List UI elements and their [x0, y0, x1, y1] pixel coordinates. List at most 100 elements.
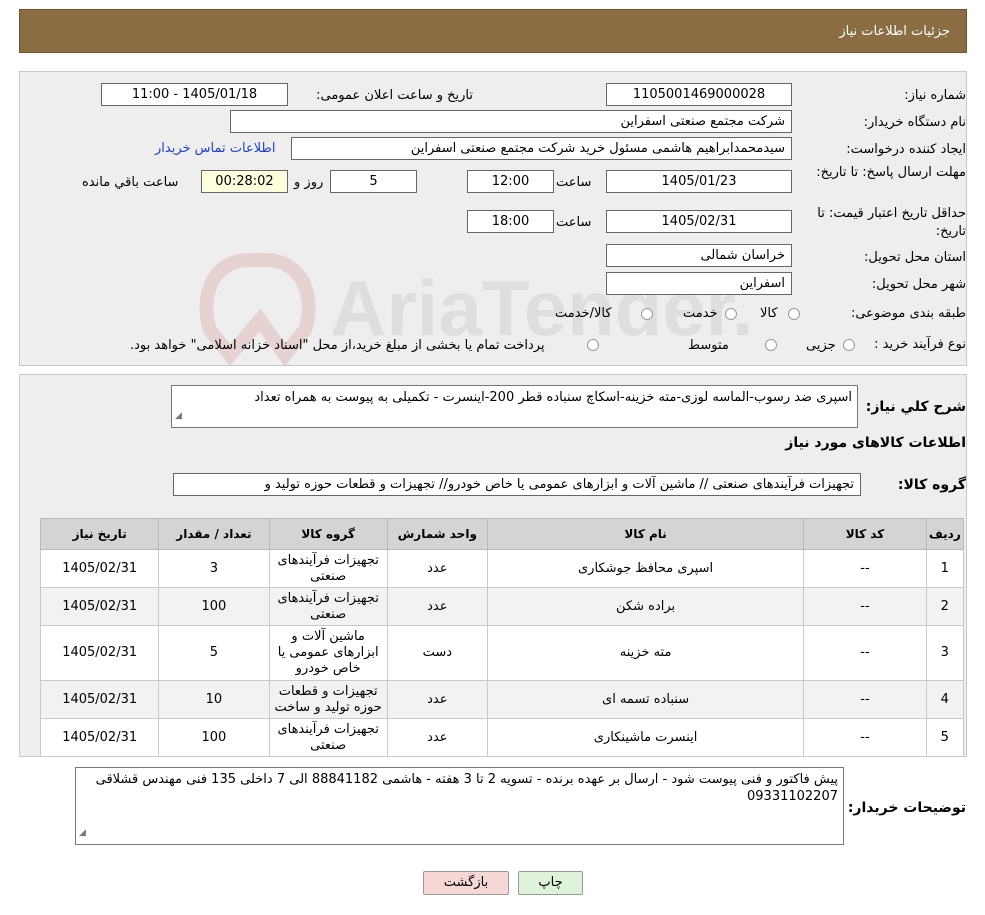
cell-name: مته خزینه: [486, 625, 805, 681]
cell-code: --: [803, 625, 927, 681]
cell-row-number: 2: [925, 587, 965, 626]
buyer-org-label: نام دستگاه خریدار:: [863, 115, 966, 130]
page-header: جزئیات اطلاعات نیاز: [19, 9, 967, 53]
table-row: 5 -- اینسرت ماشینکاری عدد تجهیزات فرآیند…: [39, 718, 965, 757]
cell-name: سنباده تسمه ای: [486, 680, 805, 719]
cell-date: 1405/02/31: [39, 718, 160, 757]
cell-date: 1405/02/31: [39, 549, 160, 588]
cell-code: --: [803, 587, 927, 626]
announce-field: 1405/01/18 - 11:00: [101, 83, 288, 106]
col-group-header: گروه کالا: [268, 518, 388, 550]
cell-group: ماشین آلات و ابزارهای عمومی یا خاص خودرو: [268, 625, 388, 681]
col-unit-header: واحد شمارش: [386, 518, 488, 550]
deadline-time-label: ساعت: [556, 175, 592, 190]
cell-group: تجهیزات فرآیندهای صنعتی: [268, 587, 388, 626]
cell-qty: 100: [158, 718, 270, 757]
cell-group: تجهیزات فرآیندهای صنعتی: [268, 718, 388, 757]
buyer-notes-label: توضیحات خریدار:: [847, 800, 966, 816]
cell-code: --: [803, 680, 927, 719]
cell-unit: عدد: [386, 587, 488, 626]
cell-date: 1405/02/31: [39, 587, 160, 626]
process-minor-radio[interactable]: [843, 339, 855, 351]
col-code-header: کد کالا: [803, 518, 927, 550]
cell-unit: دست: [386, 625, 488, 681]
category-service-radio[interactable]: [725, 308, 737, 320]
table-header-row: ردیف کد کالا نام کالا واحد شمارش گروه کا…: [39, 518, 965, 550]
description-textarea[interactable]: اسپری ضد رسوب-الماسه لوزی-مته خزینه-اسکا…: [171, 385, 858, 428]
resize-grip-icon[interactable]: ◢: [79, 825, 86, 842]
requester-label: ایجاد کننده درخواست:: [846, 142, 966, 157]
process-minor-label: جزیی: [806, 338, 836, 353]
process-medium-label: متوسط: [688, 338, 729, 353]
deadline-label: مهلت ارسال پاسخ: تا تاریخ:: [816, 165, 966, 180]
cell-name: براده شکن: [486, 587, 805, 626]
back-button[interactable]: بازگشت: [423, 871, 509, 895]
deadline-date-field: 1405/01/23: [606, 170, 792, 193]
description-label: شرح كلي نياز:: [865, 399, 966, 415]
goods-group-field: تجهیزات فرآیندهای صنعتی // ماشین آلات و …: [173, 473, 861, 496]
days-field: 5: [330, 170, 417, 193]
category-service-label: خدمت: [683, 306, 718, 321]
cell-unit: عدد: [386, 680, 488, 719]
col-date-header: تاریخ نیاز: [39, 518, 160, 550]
cell-date: 1405/02/31: [39, 625, 160, 681]
buyer-org-field: شرکت مجتمع صنعتی اسفراین: [230, 110, 792, 133]
category-goods-radio[interactable]: [788, 308, 800, 320]
col-qty-header: تعداد / مقدار: [158, 518, 270, 550]
cell-unit: عدد: [386, 549, 488, 588]
cell-group: تجهیزات فرآیندهای صنعتی: [268, 549, 388, 588]
province-label: استان محل تحویل:: [864, 250, 966, 265]
category-goods-service-label: کالا/خدمت: [555, 306, 612, 321]
remaining-time-field: 00:28:02: [201, 170, 288, 193]
process-medium-radio[interactable]: [765, 339, 777, 351]
process-note-radio[interactable]: [587, 339, 599, 351]
need-number-field: 1105001469000028: [606, 83, 792, 106]
buyer-notes-text: پیش فاکتور و فنی پیوست شود - ارسال بر عه…: [95, 772, 838, 804]
description-text: اسپری ضد رسوب-الماسه لوزی-مته خزینه-اسکا…: [254, 390, 852, 405]
validity-label: حداقل تاریخ اعتبار قیمت: تا تاریخ:: [817, 206, 966, 239]
page-title: جزئیات اطلاعات نیاز: [839, 24, 950, 39]
print-button[interactable]: چاپ: [518, 871, 583, 895]
cell-name: اسپری محافظ جوشکاری: [486, 549, 805, 588]
cell-date: 1405/02/31: [39, 680, 160, 719]
process-label: نوع فرآیند خرید :: [874, 337, 966, 352]
buyer-notes-textarea[interactable]: پیش فاکتور و فنی پیوست شود - ارسال بر عه…: [75, 767, 844, 845]
cell-code: --: [803, 549, 927, 588]
city-field: اسفراین: [606, 272, 792, 295]
validity-date-field: 1405/02/31: [606, 210, 792, 233]
cell-row-number: 1: [925, 549, 965, 588]
cell-group: تجهیزات و قطعات حوزه تولید و ساخت: [268, 680, 388, 719]
remaining-label: ساعت باقي مانده: [82, 175, 179, 190]
contact-buyer-link[interactable]: اطلاعات تماس خریدار: [155, 141, 275, 156]
table-row: 3 -- مته خزینه دست ماشین آلات و ابزارهای…: [39, 625, 965, 681]
resize-grip-icon[interactable]: ◢: [175, 408, 182, 425]
cell-code: --: [803, 718, 927, 757]
cell-qty: 10: [158, 680, 270, 719]
cell-unit: عدد: [386, 718, 488, 757]
cell-name: اینسرت ماشینکاری: [486, 718, 805, 757]
goods-group-label: گروه کالا:: [897, 477, 966, 493]
validity-time-field: 18:00: [467, 210, 554, 233]
col-name-header: نام کالا: [486, 518, 805, 550]
requester-field: سیدمحمدابراهیم هاشمی مسئول خرید شرکت مجت…: [291, 137, 792, 160]
table-row: 4 -- سنباده تسمه ای عدد تجهیزات و قطعات …: [39, 680, 965, 719]
goods-info-title: اطلاعات کالاهای مورد نیاز: [785, 435, 966, 451]
deadline-time-field: 12:00: [467, 170, 554, 193]
category-label: طبقه بندی موضوعی:: [850, 306, 966, 321]
cell-qty: 5: [158, 625, 270, 681]
goods-table: ردیف کد کالا نام کالا واحد شمارش گروه کا…: [39, 518, 965, 757]
cell-row-number: 4: [925, 680, 965, 719]
province-field: خراسان شمالی: [606, 244, 792, 267]
city-label: شهر محل تحویل:: [871, 277, 966, 292]
table-row: 2 -- براده شکن عدد تجهیزات فرآیندهای صنع…: [39, 587, 965, 626]
need-number-label: شماره نیاز:: [904, 88, 966, 103]
cell-qty: 100: [158, 587, 270, 626]
announce-label: تاریخ و ساعت اعلان عمومی:: [316, 88, 473, 103]
cell-row-number: 3: [925, 625, 965, 681]
category-goods-label: کالا: [760, 306, 778, 321]
category-goods-service-radio[interactable]: [641, 308, 653, 320]
validity-time-label: ساعت: [556, 215, 592, 230]
col-row-header: ردیف: [925, 518, 965, 550]
days-label: روز و: [294, 175, 324, 190]
cell-row-number: 5: [925, 718, 965, 757]
